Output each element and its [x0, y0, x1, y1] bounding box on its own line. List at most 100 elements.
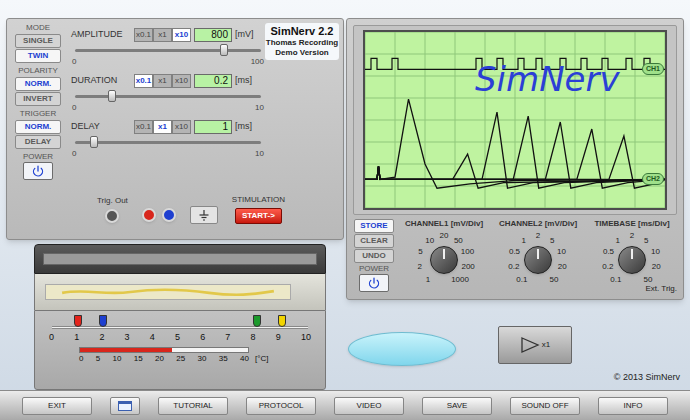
ground-icon: [198, 209, 210, 221]
slider-thumb[interactable]: [108, 90, 116, 102]
ch2-label: CH2: [642, 173, 664, 185]
scale-number: 10: [301, 332, 311, 343]
toolbar-button[interactable]: VIDEO: [334, 397, 404, 415]
multiplier-button[interactable]: x0.1: [134, 74, 153, 88]
dial-tick: 200: [461, 262, 474, 271]
dial-tick: 10: [651, 247, 660, 256]
dial-tick: 0.2: [508, 262, 519, 271]
option-button[interactable]: CLEAR: [354, 234, 394, 248]
option-button[interactable]: NORM.: [15, 120, 61, 134]
option-button[interactable]: NORM.: [15, 77, 61, 91]
scale-number: 6: [200, 332, 205, 343]
multiplier-button[interactable]: x1: [153, 120, 172, 134]
option-button[interactable]: DELAY: [15, 135, 61, 149]
group-label: MODE: [26, 23, 50, 33]
dial-tick: 50: [550, 275, 559, 284]
multiplier-button[interactable]: x10: [172, 120, 191, 134]
start-button[interactable]: START->: [235, 208, 282, 224]
temperature-tick: 10: [113, 354, 122, 364]
dial-tick: 50: [454, 235, 463, 244]
value-display: 1: [194, 120, 232, 134]
petri-dish: [348, 332, 456, 366]
unit-label: [ms]: [235, 120, 252, 134]
dial-knob[interactable]: [524, 246, 552, 274]
toolbar-button[interactable]: PROTOCOL: [246, 397, 316, 415]
oscilloscope-panel: SimNervCH1CH2STORECLEARUNDOPOWERCHANNEL1…: [346, 18, 684, 300]
slider-track[interactable]: [75, 135, 261, 149]
toolbar-button[interactable]: SAVE: [422, 397, 492, 415]
option-button[interactable]: SINGLE: [15, 34, 61, 48]
jack[interactable]: [162, 208, 176, 222]
dial-tick: 1000: [451, 275, 469, 284]
scale-number: 8: [251, 332, 256, 343]
power-icon: [368, 277, 380, 289]
temperature-tick: 35: [219, 354, 228, 364]
dial-label: CHANNEL1 [mV/Div]: [405, 219, 483, 229]
electrode-marker[interactable]: [99, 315, 107, 327]
toolbar-button[interactable]: TUTORIAL: [158, 397, 228, 415]
multiplier-group: x0.1x1x10: [134, 28, 191, 42]
dial-tick: 1: [521, 235, 525, 244]
option-button[interactable]: INVERT: [15, 92, 61, 106]
electrode-marker[interactable]: [278, 315, 286, 327]
dial-tick: 50: [644, 275, 653, 284]
multiplier-button[interactable]: x0.1: [134, 120, 153, 134]
multiplier-button[interactable]: x1: [153, 28, 172, 42]
power-label: POWER: [23, 152, 53, 162]
jack[interactable]: [142, 208, 156, 222]
dial: CHANNEL1 [mV/Div]1251020501002001000: [399, 219, 489, 293]
slider-label: AMPLITUDE: [71, 28, 131, 42]
dial-tick: 20: [652, 262, 661, 271]
multiplier-button[interactable]: x1: [153, 74, 172, 88]
ch2-trace: [365, 116, 665, 188]
toolbar-button[interactable]: SOUND OFF: [510, 397, 580, 415]
power-button[interactable]: [359, 274, 389, 292]
multiplier-button[interactable]: x10: [172, 74, 191, 88]
dial-tick: 2: [630, 231, 634, 240]
slider-thumb[interactable]: [90, 136, 98, 148]
stimulation-label: STIMULATION: [232, 194, 285, 206]
amplifier-icon: [520, 337, 540, 353]
dial-tick: 5: [644, 235, 648, 244]
multiplier-button[interactable]: x10: [172, 28, 191, 42]
power-button[interactable]: [23, 162, 53, 180]
ch2-trace: [365, 122, 665, 188]
multiplier-group: x0.1x1x10: [134, 74, 191, 88]
dial-tick: 0.5: [603, 247, 614, 256]
electrode-marker[interactable]: [74, 315, 82, 327]
window-icon: [118, 401, 132, 411]
temperature-tick: 0: [79, 354, 83, 364]
electrode-marker[interactable]: [253, 315, 261, 327]
option-button[interactable]: STORE: [354, 219, 394, 233]
scale-number: 0: [49, 332, 54, 343]
toolbar-button[interactable]: INFO: [598, 397, 668, 415]
option-button[interactable]: UNDO: [354, 249, 394, 263]
app-title-block: SimNerv 2.2Thomas RecordingDemo Version: [265, 23, 339, 60]
window-button[interactable]: [110, 397, 140, 415]
dial-tick: 1: [426, 275, 430, 284]
scale-number: 7: [225, 332, 230, 343]
scale-number: 4: [150, 332, 155, 343]
stimulation: STIMULATION START->: [232, 194, 285, 224]
dial: CHANNEL2 [mV/Div]0.10.20.5125102050: [493, 219, 583, 293]
unit-label: [ms]: [235, 74, 252, 88]
slider-control: AMPLITUDEx0.1x1x10800[mV]0100: [71, 27, 265, 67]
multiplier-button[interactable]: x0.1: [134, 28, 153, 42]
value-display: 0.2: [194, 74, 232, 88]
jack[interactable]: [105, 209, 119, 223]
slider-max: 10: [255, 149, 264, 159]
dial-tick: 1: [615, 235, 619, 244]
chamber-lid: [34, 244, 326, 274]
slider-control: DELAYx0.1x1x101[ms]010: [71, 119, 265, 159]
scale-number: 5: [175, 332, 180, 343]
amplifier-box: x1: [498, 326, 572, 364]
scope-screen: SimNervCH1CH2: [363, 30, 667, 210]
slider-thumb[interactable]: [220, 44, 228, 56]
slider-track[interactable]: [75, 43, 261, 57]
slider-track[interactable]: [75, 89, 261, 103]
toolbar-button[interactable]: EXIT: [22, 397, 92, 415]
temperature-tick: 30: [198, 354, 207, 364]
dial-knob[interactable]: [430, 246, 458, 274]
option-button[interactable]: TWIN: [15, 49, 61, 63]
dial-knob[interactable]: [618, 246, 646, 274]
